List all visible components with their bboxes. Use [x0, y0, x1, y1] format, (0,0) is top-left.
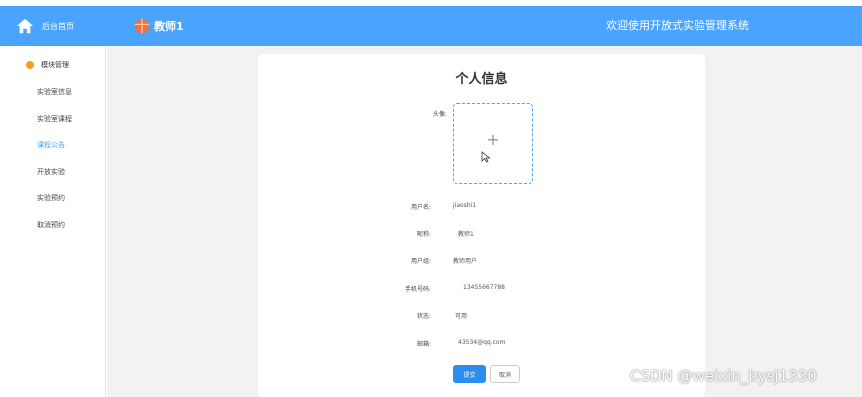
dot-icon: [26, 61, 34, 69]
username-value[interactable]: jiaoshi1: [453, 202, 476, 209]
nickname-value[interactable]: 教师1: [458, 229, 474, 238]
phone-value[interactable]: 13455667788: [463, 284, 505, 291]
menu-group-module[interactable]: 模块管理: [26, 60, 69, 70]
home-label: 后台首页: [42, 21, 74, 31]
watermark: CSDN @weixin_bysj1330: [630, 367, 817, 385]
nickname-label: 昵称:: [416, 231, 431, 238]
field-row-status: 状态: 可用: [258, 311, 705, 321]
plus-icon: +: [486, 130, 500, 149]
phone-label: 手机号码:: [404, 286, 431, 293]
sidebar-item-open-experiment[interactable]: 开放实验: [37, 167, 65, 177]
status-value[interactable]: 可用: [455, 311, 467, 320]
header-bar: 后台首页 教师1 欢迎使用开放式实验管理系统: [0, 6, 862, 46]
usergroup-label: 用户组:: [410, 258, 431, 265]
app-window: 后台首页 教师1 欢迎使用开放式实验管理系统 模块管理 实验室信息 实验室课程 …: [0, 0, 862, 397]
submit-button[interactable]: 提交: [453, 365, 486, 383]
status-label: 状态:: [416, 313, 431, 320]
usergroup-value[interactable]: 教师用户: [453, 256, 477, 265]
sidebar-item-reservation[interactable]: 实验预约: [37, 193, 65, 203]
cancel-button[interactable]: 取消: [490, 365, 520, 383]
sidebar-item-lab-course[interactable]: 实验室课程: [37, 114, 72, 124]
field-row-phone: 手机号码: 13455667788: [258, 284, 705, 294]
avatar-uploader[interactable]: +: [453, 103, 533, 184]
sidebar: 模块管理 实验室信息 实验室课程 课程公告 开放实验 实验预约 取消预约: [0, 46, 106, 397]
profile-card: 个人信息 头像: + 用户名: jiaoshi1 昵称: 教师1 用户组: 教师…: [258, 54, 705, 397]
sidebar-item-course-notice[interactable]: 课程公告: [37, 140, 65, 150]
avatar-icon: [134, 18, 150, 34]
welcome-title: 欢迎使用开放式实验管理系统: [606, 19, 749, 32]
user-info[interactable]: 教师1: [134, 6, 184, 46]
user-name: 教师1: [154, 20, 184, 33]
menu-group-label: 模块管理: [41, 61, 69, 69]
email-value[interactable]: 43534@qq.com: [458, 339, 505, 346]
mouse-pointer-icon: [481, 151, 491, 163]
field-row-username: 用户名: jiaoshi1: [258, 202, 705, 212]
page-title: 个人信息: [455, 72, 508, 87]
sidebar-item-cancel-reservation[interactable]: 取消预约: [37, 220, 65, 230]
home-link[interactable]: 后台首页: [0, 6, 106, 46]
field-row-usergroup: 用户组: 教师用户: [258, 256, 705, 266]
username-label: 用户名:: [410, 204, 431, 211]
main-content: 个人信息 头像: + 用户名: jiaoshi1 昵称: 教师1 用户组: 教师…: [107, 46, 862, 397]
field-row-email: 邮箱: 43534@qq.com: [258, 339, 705, 349]
sidebar-item-lab-info[interactable]: 实验室信息: [37, 87, 72, 97]
home-icon: [16, 18, 34, 34]
field-row-nickname: 昵称: 教师1: [258, 229, 705, 239]
avatar-label: 头像:: [432, 111, 447, 118]
email-label: 邮箱:: [416, 341, 431, 348]
